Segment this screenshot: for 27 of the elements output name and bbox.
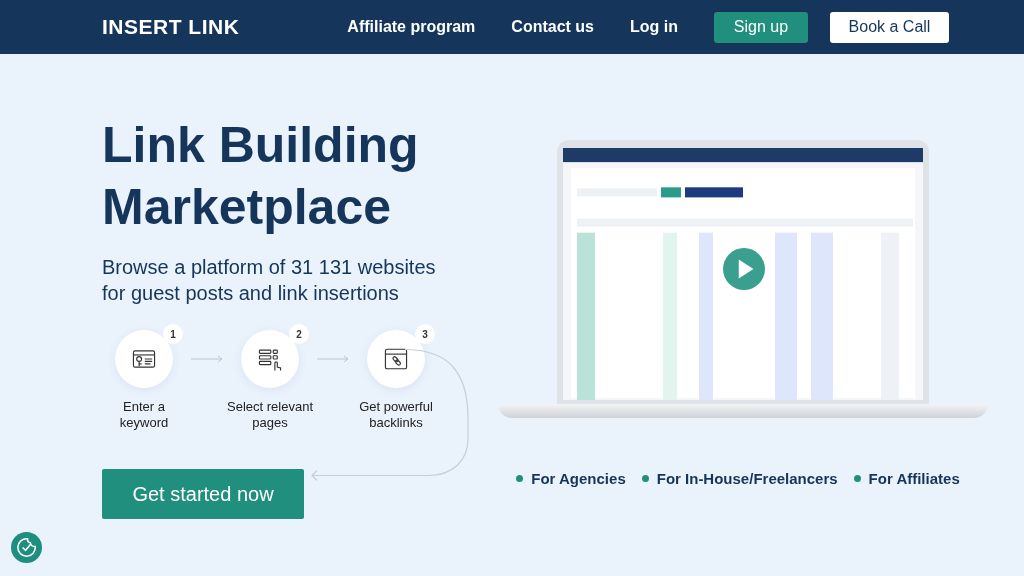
bullet-icon [853,475,861,482]
bullet-icon [641,475,649,482]
step-number: 2 [289,324,309,344]
arrow-icon [316,355,350,363]
list-pointer-icon [257,346,283,372]
browser-link-icon [383,346,409,372]
sign-up-button[interactable]: Sign up [714,11,808,43]
nav-link[interactable]: Log in [630,18,678,36]
step-label: Get powerful backlinks [358,399,434,431]
bullet-icon [516,475,524,482]
cookie-consent-icon[interactable] [11,532,42,563]
get-started-button[interactable]: Get started now [102,469,304,519]
step-label: Select relevant pages [226,399,314,431]
audience-link[interactable]: For Agencies [531,470,626,487]
audience-link[interactable]: For In-House/Freelancers [656,470,838,487]
logo[interactable]: INSERT LINK [102,15,240,39]
book-call-button[interactable]: Book a Call [830,11,949,43]
step-label: Enter a keyword [118,399,170,431]
step-number: 3 [415,324,435,344]
nav-link[interactable]: Affiliate program [347,18,476,36]
audience-link[interactable]: For Affiliates [868,470,960,487]
hero-title: Link Building Marketplace [102,116,420,237]
hero-subtitle: Browse a platform of 31 131 websites for guest posts and link insertions [102,255,437,306]
nav-link[interactable]: Contact us [511,18,594,36]
arrow-icon [190,355,224,363]
step-number: 1 [163,324,183,344]
play-button[interactable] [723,248,765,290]
